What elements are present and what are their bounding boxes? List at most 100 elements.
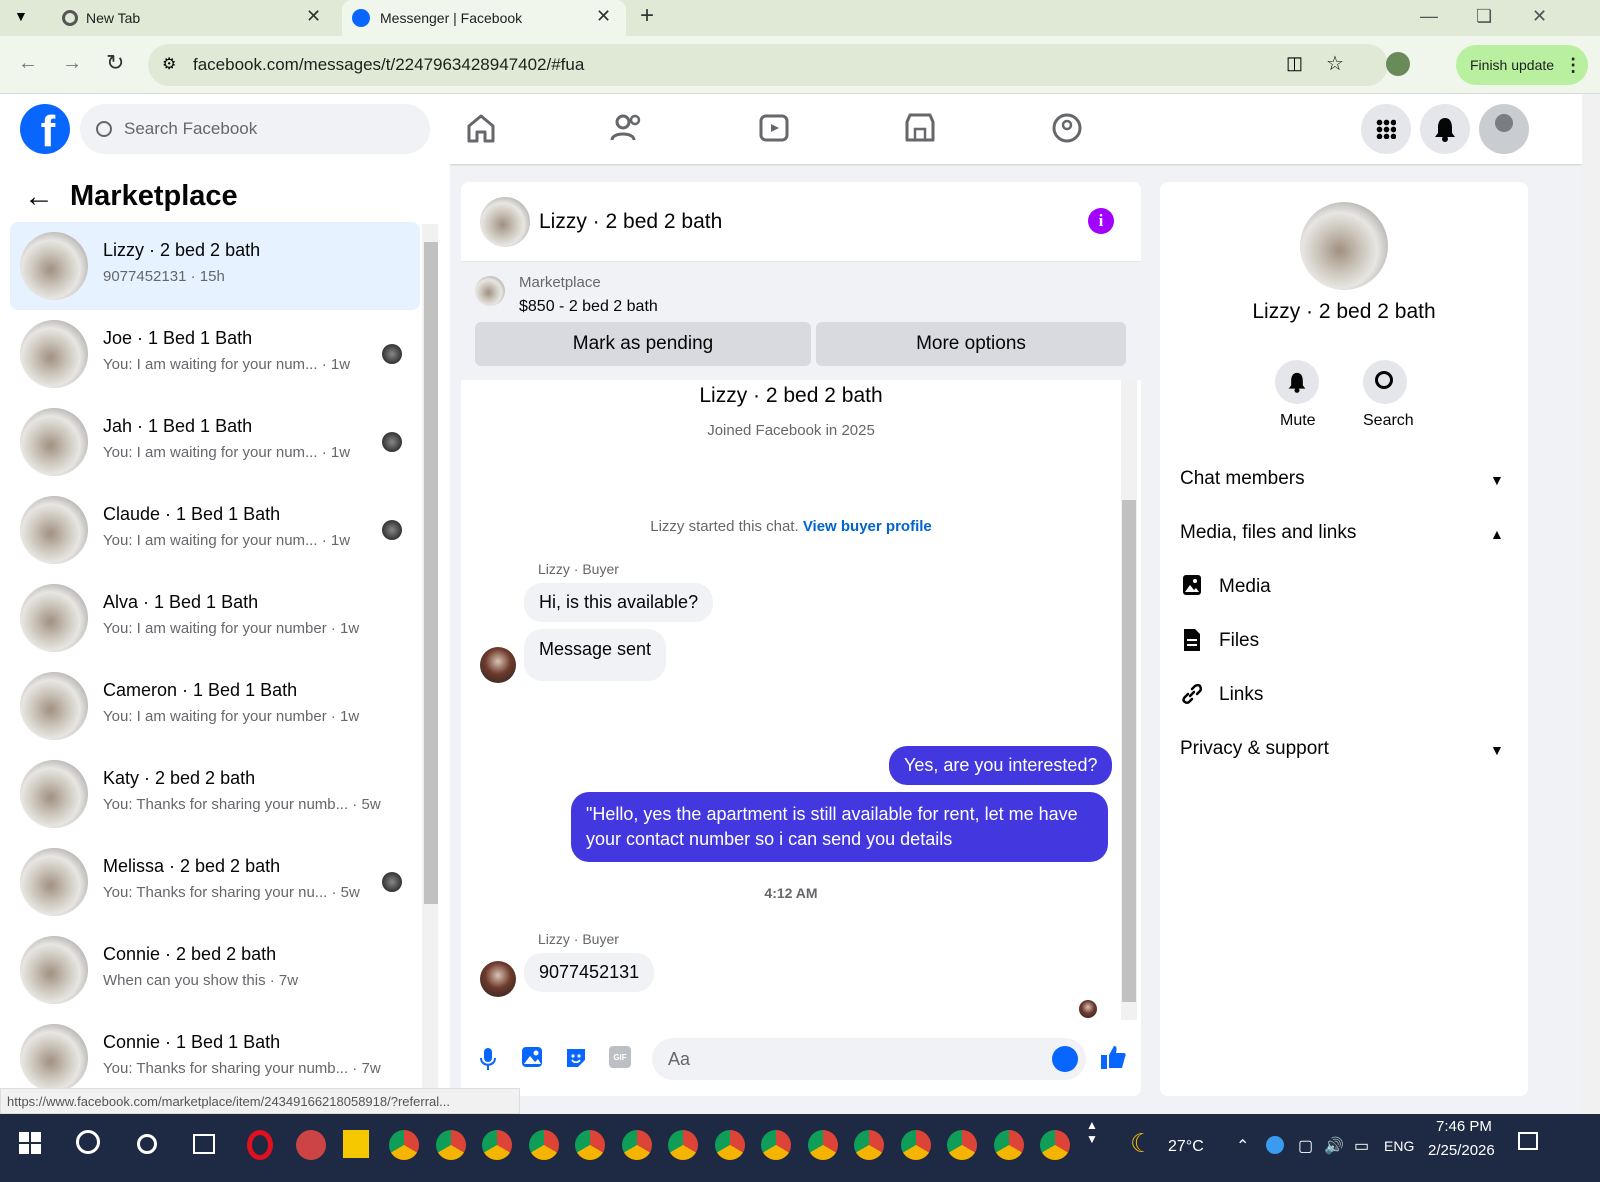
conversation-item[interactable]: Alva · 1 Bed 1 Bath You: I am waiting for… — [10, 574, 420, 662]
close-icon[interactable]: ✕ — [596, 6, 611, 27]
chrome-window-icon[interactable] — [993, 1130, 1024, 1160]
listing-thumbnail[interactable] — [475, 276, 505, 306]
chrome-window-icon[interactable] — [761, 1130, 791, 1160]
tab-new-tab[interactable]: New Tab ✕ — [56, 0, 336, 36]
message-bubble-outgoing[interactable]: Yes, are you interested? — [889, 746, 1113, 785]
chrome-window-icon[interactable] — [807, 1130, 838, 1160]
network-icon[interactable]: ▭ — [1354, 1136, 1369, 1156]
home-icon[interactable] — [461, 108, 501, 148]
minimize-button[interactable]: — — [1420, 6, 1438, 27]
facebook-logo[interactable]: f — [20, 104, 70, 154]
page-scrollbar[interactable] — [1582, 94, 1600, 1114]
sticky-notes-icon[interactable] — [343, 1130, 369, 1158]
emoji-icon[interactable] — [1052, 1046, 1078, 1072]
conversation-item[interactable]: Lizzy · 2 bed 2 bath 9077452131 · 15h — [10, 222, 420, 310]
chrome-window-icon[interactable] — [389, 1130, 419, 1160]
chrome-window-icon[interactable] — [528, 1130, 559, 1160]
account-avatar[interactable] — [1479, 104, 1529, 154]
chrome-window-icon[interactable] — [1040, 1130, 1070, 1160]
back-arrow-icon[interactable]: ← — [24, 180, 54, 214]
volume-icon[interactable]: 🔊 — [1324, 1136, 1344, 1156]
kebab-menu-icon[interactable]: ⋮ — [1564, 55, 1582, 76]
chrome-window-icon[interactable] — [854, 1130, 884, 1160]
gif-icon[interactable]: GIF — [609, 1046, 631, 1068]
opera-icon[interactable] — [247, 1130, 273, 1160]
tray-chevron-up-icon[interactable]: ⌃ — [1236, 1136, 1249, 1156]
conversation-item[interactable]: Connie · 2 bed 2 bath When can you show t… — [10, 926, 420, 1014]
more-options-button[interactable]: More options — [816, 322, 1126, 366]
restore-button[interactable]: ❏ — [1476, 6, 1492, 27]
chrome-window-icon[interactable] — [668, 1130, 698, 1160]
message-bubble[interactable]: 9077452131 — [524, 953, 655, 992]
profile-icon[interactable] — [1386, 52, 1410, 76]
avatar[interactable] — [1300, 202, 1388, 290]
listing-price[interactable]: $850 - 2 bed 2 bath — [519, 298, 658, 316]
chrome-window-icon[interactable] — [947, 1130, 977, 1160]
chevron-up-icon[interactable]: ▲ — [1490, 526, 1504, 542]
cortana-icon[interactable] — [137, 1134, 157, 1154]
info-icon[interactable]: i — [1088, 208, 1114, 234]
chrome-window-icon[interactable] — [900, 1130, 931, 1160]
message-bubble-outgoing[interactable]: "Hello, yes the apartment is still avail… — [571, 792, 1108, 862]
chrome-window-icon[interactable] — [435, 1130, 466, 1160]
avatar[interactable] — [480, 961, 516, 997]
site-settings-icon[interactable]: ⚙ — [162, 54, 176, 74]
search-button[interactable] — [1363, 360, 1407, 404]
language-indicator[interactable]: ENG — [1384, 1138, 1414, 1154]
notifications-button[interactable] — [1420, 104, 1470, 154]
new-tab-button[interactable]: + — [640, 2, 654, 30]
chat-members-section[interactable]: Chat members — [1180, 468, 1305, 490]
message-input[interactable]: Aa — [652, 1038, 1086, 1080]
chrome-window-icon[interactable] — [482, 1130, 512, 1160]
bookmark-star-icon[interactable]: ☆ — [1326, 51, 1344, 76]
clock-time[interactable]: 7:46 PM — [1436, 1118, 1492, 1135]
mute-button[interactable] — [1275, 360, 1319, 404]
view-buyer-profile-link[interactable]: View buyer profile — [803, 518, 932, 535]
scrollbar-thumb[interactable] — [1122, 500, 1136, 1002]
windows-start-icon[interactable] — [19, 1132, 41, 1154]
back-button[interactable]: ← — [18, 52, 38, 75]
groups-icon[interactable] — [1047, 108, 1087, 148]
close-icon[interactable]: ✕ — [306, 6, 321, 27]
temperature[interactable]: 27°C — [1168, 1138, 1204, 1156]
conversation-item[interactable]: Claude · 1 Bed 1 Bath You: I am waiting f… — [10, 486, 420, 574]
message-bubble[interactable]: Hi, is this available? — [524, 583, 714, 622]
conversation-item[interactable]: Joe · 1 Bed 1 Bath You: I am waiting for … — [10, 310, 420, 398]
avatar[interactable] — [480, 647, 516, 683]
install-app-icon[interactable]: ◫ — [1286, 53, 1303, 74]
task-view-icon[interactable] — [193, 1134, 215, 1154]
reload-button[interactable]: ↻ — [106, 50, 124, 76]
friends-icon[interactable] — [607, 108, 647, 148]
mark-as-pending-button[interactable]: Mark as pending — [475, 322, 811, 366]
privacy-support-section[interactable]: Privacy & support — [1180, 738, 1329, 760]
tray-app-icon[interactable] — [1266, 1136, 1284, 1154]
chrome-window-icon[interactable] — [714, 1130, 745, 1160]
finish-update-button[interactable]: Finish update ⋮ — [1456, 45, 1588, 85]
chrome-window-icon[interactable] — [575, 1130, 605, 1160]
sticker-icon[interactable] — [564, 1046, 588, 1070]
message-bubble[interactable]: Message sent — [524, 629, 667, 681]
notification-center-icon[interactable] — [1518, 1132, 1538, 1150]
thumbs-up-icon[interactable] — [1099, 1043, 1127, 1071]
search-icon[interactable] — [76, 1130, 100, 1154]
links-item[interactable]: Links — [1219, 684, 1263, 706]
conversation-item[interactable]: Melissa · 2 bed 2 bath You: Thanks for sh… — [10, 838, 420, 926]
meet-icon[interactable]: ▢ — [1298, 1136, 1313, 1156]
tab-messenger[interactable]: Messenger | Facebook ✕ — [342, 0, 626, 36]
clock-date[interactable]: 2/25/2026 — [1428, 1142, 1495, 1159]
app-icon[interactable] — [296, 1130, 326, 1160]
chrome-window-icon[interactable] — [621, 1130, 652, 1160]
media-item[interactable]: Media — [1219, 576, 1271, 598]
marketplace-icon[interactable] — [900, 108, 940, 148]
media-files-links-section[interactable]: Media, files and links — [1180, 522, 1356, 544]
tab-list-dropdown-icon[interactable]: ▼ — [14, 8, 28, 24]
conversation-item[interactable]: Cameron · 1 Bed 1 Bath You: I am waiting … — [10, 662, 420, 750]
avatar[interactable] — [480, 197, 530, 247]
conversation-item[interactable]: Katy · 2 bed 2 bath You: Thanks for shari… — [10, 750, 420, 838]
search-facebook-input[interactable]: Search Facebook — [80, 104, 430, 154]
address-bar[interactable]: ⚙ facebook.com/messages/t/22479634289474… — [148, 44, 1388, 86]
show-more-chevron-icon[interactable]: ▲ ▼ — [1086, 1118, 1098, 1146]
conversation-item[interactable]: Jah · 1 Bed 1 Bath You: I am waiting for … — [10, 398, 420, 486]
chevron-down-icon[interactable]: ▼ — [1490, 742, 1504, 758]
video-icon[interactable] — [754, 108, 794, 148]
